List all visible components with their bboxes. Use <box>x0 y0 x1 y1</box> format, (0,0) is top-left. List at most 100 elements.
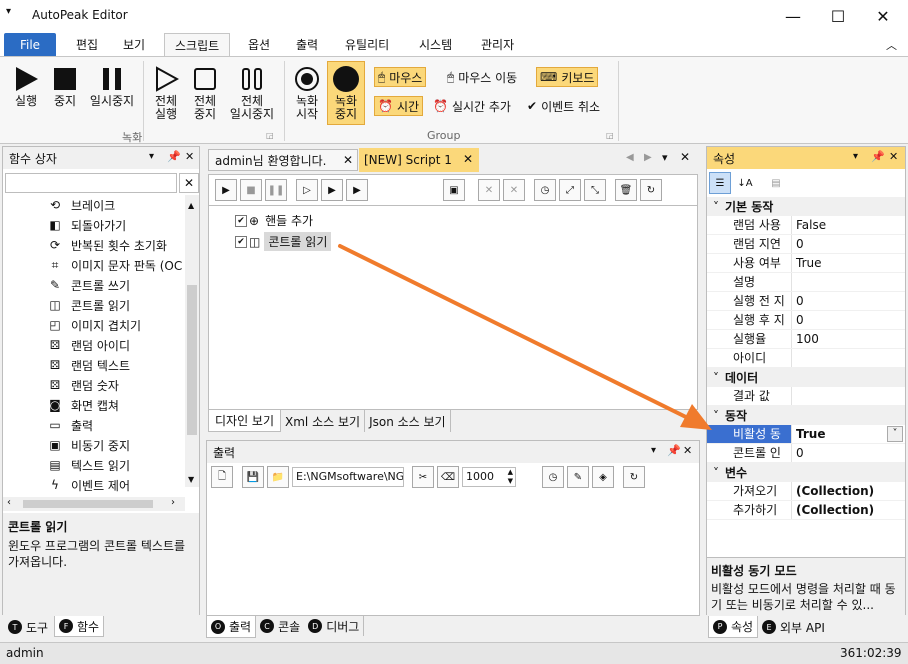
property-value[interactable] <box>792 273 796 291</box>
categorized-icon[interactable]: ☰ <box>709 172 731 194</box>
list-item[interactable]: ⚄ 랜덤 숫자 <box>47 375 119 395</box>
node-read-control[interactable]: ✔ ◫ 콘트롤 읽기 <box>235 232 332 251</box>
panel-menu-icon[interactable]: ▾ <box>149 151 154 162</box>
property-row[interactable]: 랜덤 지연 0 <box>707 235 905 254</box>
property-row[interactable]: 비활성 동 True ˅ <box>707 425 905 444</box>
realtime-add-button[interactable]: ⏰ 실시간 추가 <box>430 96 514 116</box>
sort-az-icon[interactable]: ↓A <box>734 172 756 194</box>
close-icon[interactable]: ✕ <box>185 150 194 163</box>
trash-icon[interactable]: 🗑 <box>615 179 637 201</box>
tab-file[interactable]: File <box>4 33 56 56</box>
refresh-icon[interactable]: ↻ <box>623 466 645 488</box>
panel-menu-icon[interactable]: ▾ <box>651 445 656 456</box>
checkbox-icon[interactable]: ✔ <box>235 235 247 248</box>
chevron-down-icon[interactable]: ˅ <box>707 466 725 480</box>
tab-console[interactable]: C 콘솔 <box>256 616 304 636</box>
property-row[interactable]: 콘트롤 인0 <box>707 444 905 463</box>
tab-view[interactable]: 보기 <box>113 33 155 56</box>
close-icon[interactable]: ✕ <box>683 444 692 457</box>
clear-brush-icon[interactable]: ✂ <box>412 466 434 488</box>
property-row[interactable]: 가져오기 (Collection) <box>707 482 905 501</box>
minimize-button[interactable]: — <box>770 0 816 32</box>
property-value[interactable]: True <box>792 425 825 443</box>
brush-icon[interactable]: ✎ <box>567 466 589 488</box>
property-row[interactable]: 실행 전 지0 <box>707 292 905 311</box>
property-value[interactable]: (Collection) <box>792 501 874 519</box>
collapse-ribbon-icon[interactable]: ︿ <box>886 37 897 53</box>
property-category[interactable]: ˅ 데이터 <box>707 368 905 387</box>
dropdown-icon[interactable]: ˅ <box>887 426 903 442</box>
group-launcher-icon[interactable]: ◲ <box>606 131 614 140</box>
paint-bucket-icon[interactable]: ◈ <box>592 466 614 488</box>
chevron-down-icon[interactable]: ˅ <box>707 409 725 423</box>
line-count-stepper[interactable]: 1000 ▲ ▼ <box>462 467 516 487</box>
property-row[interactable]: 추가하기 (Collection) <box>707 501 905 520</box>
output-log-area[interactable] <box>207 493 699 615</box>
step-icon[interactable]: ▶ <box>346 179 368 201</box>
script-canvas[interactable]: ✔ ⊕ 핸들 추가 ✔ ◫ 콘트롤 읽기 <box>208 206 698 410</box>
pause-all-button[interactable]: 전체 일시중지 <box>226 65 278 121</box>
pause-icon[interactable]: ❚❚ <box>265 179 287 201</box>
property-value[interactable] <box>792 349 796 367</box>
list-item[interactable]: ◧ 되돌아가기 <box>47 215 126 235</box>
play-frame-icon[interactable]: ▷ <box>296 179 318 201</box>
output-path-field[interactable]: E:\NGMsoftware\NG <box>292 467 404 487</box>
vertical-scrollbar[interactable]: ▲ ▼ <box>185 195 199 487</box>
tab-json-view[interactable]: Json 소스 보기 <box>365 410 451 432</box>
node-add-handle[interactable]: ✔ ⊕ 핸들 추가 <box>235 212 313 229</box>
group-launcher-icon[interactable]: ◲ <box>266 131 274 140</box>
clock-icon[interactable]: ◷ <box>542 466 564 488</box>
tab-system[interactable]: 시스템 <box>409 33 462 56</box>
property-category[interactable]: ˅ 동작 <box>707 406 905 425</box>
list-item[interactable]: ▭ 출력 <box>47 415 93 435</box>
folder-icon[interactable]: 📁 <box>267 466 289 488</box>
chevron-down-icon[interactable]: ˅ <box>707 200 725 214</box>
list-item[interactable]: ⌗ 이미지 문자 판독 (OC <box>47 255 183 275</box>
stop-all-button[interactable]: 전체 중지 <box>187 65 223 121</box>
close-icon[interactable]: ✕ <box>889 150 898 163</box>
tab-edit[interactable]: 편집 <box>66 33 108 56</box>
pause-button[interactable]: 일시중지 <box>86 65 138 108</box>
list-item[interactable]: ✎ 콘트롤 쓰기 <box>47 275 130 295</box>
time-button[interactable]: ⏰ 시간 <box>374 96 424 116</box>
scroll-tabs-left-icon[interactable]: ◀ <box>626 152 634 163</box>
tab-options[interactable]: 옵션 <box>238 33 280 56</box>
tab-properties[interactable]: P 속성 <box>708 616 759 638</box>
timer-icon[interactable]: ◷ <box>534 179 556 201</box>
property-value[interactable]: 100 <box>792 330 819 348</box>
checkbox-icon[interactable]: ✔ <box>235 214 247 227</box>
property-value[interactable] <box>792 387 796 405</box>
image-icon[interactable]: ▣ <box>443 179 465 201</box>
save-icon[interactable]: 💾 <box>242 466 264 488</box>
mouse-move-button[interactable]: 🖱 마우스 이동 <box>444 67 520 87</box>
list-item[interactable]: ▣ 비동기 중지 <box>47 435 130 455</box>
pin-icon[interactable]: 📌 <box>167 150 181 163</box>
tab-output[interactable]: 출력 <box>286 33 328 56</box>
property-row[interactable]: 설명 <box>707 273 905 292</box>
stop-icon[interactable]: ■ <box>240 179 262 201</box>
horizontal-scrollbar[interactable]: ‹ › <box>3 497 185 511</box>
clear-search-icon[interactable]: ✕ <box>179 173 199 193</box>
maximize-button[interactable]: ☐ <box>815 0 861 32</box>
keyboard-button[interactable]: ⌨ 키보드 <box>536 67 599 87</box>
expand-icon[interactable]: ⤢ <box>559 179 581 201</box>
close-tab-icon[interactable]: ✕ <box>343 153 353 167</box>
tab-functions[interactable]: F 함수 <box>54 616 105 637</box>
property-value[interactable]: 0 <box>792 292 804 310</box>
tab-xml-view[interactable]: Xml 소스 보기 <box>281 410 366 432</box>
property-value[interactable]: True <box>792 254 822 272</box>
play-box-icon[interactable]: ▶ <box>321 179 343 201</box>
pin-icon[interactable]: 📌 <box>667 444 681 457</box>
property-value[interactable]: (Collection) <box>792 482 874 500</box>
list-item[interactable]: ⚄ 랜덤 텍스트 <box>47 355 130 375</box>
property-row[interactable]: 사용 여부 True <box>707 254 905 273</box>
tab-utility[interactable]: 유틸리티 <box>335 33 399 56</box>
list-item[interactable]: ⚄ 랜덤 아이디 <box>47 335 130 355</box>
tab-script[interactable]: 스크립트 <box>164 33 231 56</box>
panel-menu-icon[interactable]: ▾ <box>853 151 858 162</box>
property-row[interactable]: 실행 후 지0 <box>707 311 905 330</box>
tab-output-log[interactable]: O 출력 <box>206 616 257 638</box>
tab-external-api[interactable]: E 외부 API <box>758 617 829 637</box>
record-start-button[interactable]: 녹화 시작 <box>289 65 325 121</box>
property-value[interactable]: False <box>792 216 826 234</box>
